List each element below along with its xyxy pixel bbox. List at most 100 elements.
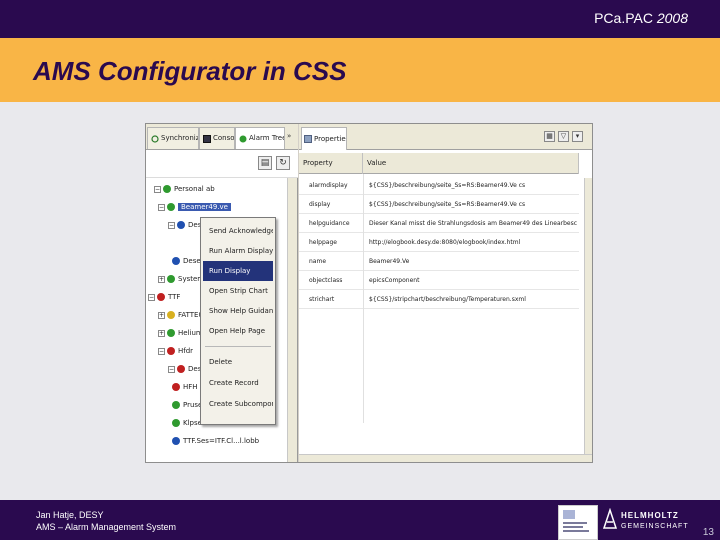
alarm-tree-pane: Synchronize... Console Alarm Tree View »… [146, 124, 298, 462]
tab-alarm-tree[interactable]: Alarm Tree View [235, 127, 285, 149]
alarm-status-icon [163, 185, 171, 193]
tree-node-label: Dese [183, 257, 201, 265]
properties-hscrollbar[interactable] [299, 454, 592, 462]
header-bar: PCa.PAC 2008 [0, 0, 720, 38]
categories-icon[interactable]: ▦ [544, 131, 555, 142]
alarm-status-icon [167, 347, 175, 355]
tree-node-label: TTF [168, 293, 181, 301]
desy-logo-line [563, 530, 589, 532]
expand-icon[interactable]: + [158, 275, 165, 283]
tree-node-label: Beamer49.ve [178, 203, 231, 211]
table-row[interactable]: strichart ${CSS}/stripchart/beschreibung… [299, 290, 579, 309]
collapse-icon[interactable]: − [168, 365, 175, 373]
menu-item-open-strip-chart[interactable]: Open Strip Chart [203, 281, 273, 301]
tree-node-label: Personal ab [174, 185, 215, 193]
alarm-status-icon [172, 383, 180, 391]
menu-item-show-help-guidance[interactable]: Show Help Guidance [203, 301, 273, 321]
tab-synchronize-label: Synchronize... [161, 134, 199, 142]
helmholtz-name: HELMHOLTZ [621, 511, 679, 520]
slide-title: AMS Configurator in CSS [33, 56, 347, 86]
tree-node[interactable]: TTF.Ses=ITF.Cl...l.lobb [172, 432, 259, 450]
tree-node[interactable]: HFH [172, 378, 198, 396]
table-row[interactable]: helpguidance Dieser Kanal misst die Stra… [299, 214, 579, 233]
refresh-icon[interactable]: ↻ [276, 156, 290, 170]
tree-node[interactable]: − Personal ab [154, 180, 215, 198]
property-value: Dieser Kanal misst die Strahlungsdosis a… [369, 220, 577, 227]
collapse-icon[interactable]: − [168, 221, 175, 229]
right-tab-strip: Properties ▦ ▽ ▾ [299, 124, 592, 150]
menu-item-delete[interactable]: Delete [203, 352, 273, 372]
footer-subtitle: AMS – Alarm Management System [36, 522, 177, 532]
alarm-status-icon [172, 419, 180, 427]
helmholtz-logo: HELMHOLTZ GEMEINSCHAFT [602, 504, 694, 538]
tree-node[interactable]: − Hfdr [158, 342, 193, 360]
tree-node[interactable]: Dese [172, 252, 201, 270]
tree-node[interactable]: + Helium_ [158, 324, 206, 342]
tree-node[interactable]: − Beamer49.ve [158, 198, 231, 216]
menu-item-create-record[interactable]: Create Record [203, 373, 273, 393]
filter-icon[interactable]: ▽ [558, 131, 569, 142]
property-value: Beamer49.Ve [369, 258, 410, 265]
tree-node-label: HFH [183, 383, 198, 391]
table-row[interactable]: name Beamer49.Ve [299, 252, 579, 271]
property-name: objectclass [309, 277, 343, 284]
collapse-icon[interactable]: − [154, 185, 161, 193]
collapse-icon[interactable]: − [158, 347, 165, 355]
alarm-status-icon [172, 257, 180, 265]
tab-synchronize[interactable]: Synchronize... [147, 127, 199, 149]
properties-scrollbar[interactable] [584, 178, 592, 462]
title-bar: AMS Configurator in CSS [0, 38, 720, 102]
view-menu-icon[interactable]: ▤ [258, 156, 272, 170]
table-row[interactable]: alarmdisplay ${CSS}/beschreibung/seite_S… [299, 176, 579, 195]
properties-icon [304, 135, 312, 143]
menu-item-run-display[interactable]: Run Display [203, 261, 273, 281]
alarm-status-icon [167, 311, 175, 319]
conference-label: PCa.PAC 2008 [594, 10, 688, 26]
property-name: helpguidance [309, 220, 350, 227]
property-value: ${CSS}/stripchart/beschreibung/Temperatu… [369, 296, 526, 303]
alarm-tree-icon [239, 135, 247, 143]
css-screenshot: Synchronize... Console Alarm Tree View »… [145, 123, 593, 463]
menu-item-send-ack[interactable]: Send Acknowledgement [203, 221, 273, 241]
properties-header: Property Value [299, 153, 579, 174]
tree-node[interactable]: Klpse [172, 414, 202, 432]
helmholtz-mark-icon [602, 508, 618, 529]
table-row[interactable]: helppage http://elogbook.desy.de:8080/el… [299, 233, 579, 252]
menu-item-open-help-page[interactable]: Open Help Page [203, 321, 273, 341]
column-header-value[interactable]: Value [363, 153, 579, 174]
tree-node-label: TTF.Ses=ITF.Cl...l.lobb [183, 437, 260, 445]
context-menu: Send Acknowledgement Run Alarm Display R… [200, 217, 276, 425]
alarm-status-icon [167, 329, 175, 337]
property-value: http://elogbook.desy.de:8080/elogbook/in… [369, 239, 521, 246]
view-overflow-icon[interactable]: » [287, 132, 291, 140]
collapse-icon[interactable]: − [148, 293, 155, 301]
alarm-status-icon [157, 293, 165, 301]
tab-console[interactable]: Console [199, 127, 235, 149]
footer-author: Jan Hatje, DESY [36, 510, 104, 520]
table-row[interactable]: objectclass epicsComponent [299, 271, 579, 290]
expand-icon[interactable]: + [158, 311, 165, 319]
property-value: ${CSS}/beschreibung/seite_Ss=RS:Beamer49… [369, 182, 526, 189]
tab-properties[interactable]: Properties [301, 127, 347, 150]
tree-node[interactable]: + FATTE0 [158, 306, 203, 324]
alarm-status-icon [177, 221, 185, 229]
table-row[interactable]: display ${CSS}/beschreibung/seite_Ss=RS:… [299, 195, 579, 214]
menu-item-run-alarm-display[interactable]: Run Alarm Display [203, 241, 273, 261]
tree-scrollbar[interactable] [287, 178, 297, 462]
tab-alarm-tree-label: Alarm Tree View [249, 134, 285, 142]
menu-item-create-subcomponent[interactable]: Create Subcomponent [203, 394, 273, 414]
helmholtz-gemeinschaft: GEMEINSCHAFT [621, 523, 689, 530]
properties-table: Property Value alarmdisplay ${CSS}/besch… [299, 153, 579, 423]
sync-icon [151, 135, 159, 143]
collapse-icon[interactable]: − [158, 203, 165, 211]
desy-logo-line [563, 526, 583, 528]
desy-logo-mark [563, 510, 575, 519]
view-menu-icon[interactable]: ▾ [572, 131, 583, 142]
column-header-property[interactable]: Property [299, 153, 363, 174]
tree-node[interactable]: − TTF [148, 288, 180, 306]
menu-separator [205, 346, 271, 347]
alarm-status-icon [172, 401, 180, 409]
property-name: strichart [309, 296, 335, 303]
expand-icon[interactable]: + [158, 329, 165, 337]
desy-logo-line [563, 522, 587, 524]
